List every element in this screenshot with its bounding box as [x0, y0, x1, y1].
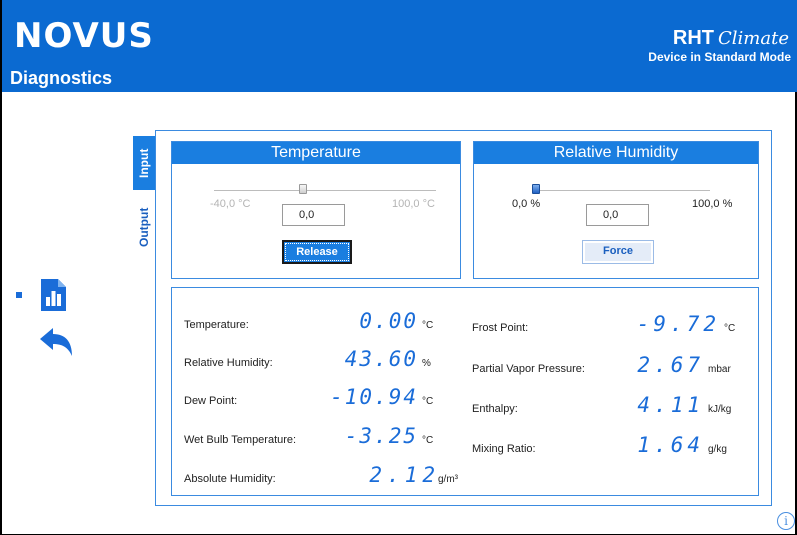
reading-frost-point: Frost Point: -9.72 °C [472, 305, 756, 336]
reading-label: Wet Bulb Temperature: [184, 434, 297, 446]
reading-unit: g/m³ [438, 474, 458, 485]
reading-unit: °C [422, 435, 434, 446]
reading-label: Dew Point: [184, 395, 238, 407]
humidity-range-max: 100,0 % [692, 198, 733, 210]
novus-logo: NOVUS [14, 16, 154, 56]
humidity-slider-track [532, 190, 710, 191]
info-icon[interactable]: i [777, 512, 795, 530]
tab-input[interactable]: Input [133, 136, 155, 190]
humidity-card-title: Relative Humidity [474, 142, 758, 164]
reading-value: 43.60 [344, 347, 418, 371]
back-arrow-icon[interactable] [38, 326, 74, 358]
reading-value: -10.94 [330, 385, 418, 409]
tab-output[interactable]: Output [133, 196, 155, 258]
humidity-value-field[interactable]: 0,0 [586, 204, 649, 226]
force-button[interactable]: Force [582, 240, 654, 264]
product-name-text: RHT [672, 27, 715, 49]
reading-value: -3.25 [344, 424, 418, 448]
reading-enthalpy: Enthalpy: 4.11 kJ/kg [472, 386, 756, 417]
reading-partial-vapor-pressure: Partial Vapor Pressure: 2.67 mbar [472, 346, 756, 377]
temperature-slider-thumb[interactable] [298, 184, 307, 194]
temperature-range-max: 100,0 °C [392, 198, 435, 210]
reading-value: 0.00 [359, 309, 418, 333]
diagnostics-panel: Temperature -40,0 °C 100,0 °C 0,0 Releas… [155, 130, 772, 506]
reading-unit: °C [422, 396, 434, 407]
reading-wet-bulb: Wet Bulb Temperature: -3.25 °C [184, 417, 444, 448]
page-title: Diagnostics [10, 68, 113, 88]
reading-label: Temperature: [184, 319, 249, 331]
temperature-slider-track [214, 190, 436, 191]
device-mode-label: Device in Standard Mode [648, 50, 791, 64]
temperature-card-title: Temperature [172, 142, 460, 164]
product-name: RHT Climate [673, 26, 789, 51]
reading-label: Frost Point: [472, 322, 529, 334]
humidity-range-min: 0,0 % [512, 198, 541, 210]
reading-unit: kJ/kg [708, 404, 732, 415]
humidity-card: Relative Humidity 0,0 % 100,0 % 0,0 Forc… [473, 141, 759, 279]
bar-chart-document-icon[interactable] [38, 278, 68, 312]
selected-indicator [16, 292, 22, 298]
temperature-card: Temperature -40,0 °C 100,0 °C 0,0 Releas… [171, 141, 461, 279]
reading-value: 4.11 [637, 393, 704, 417]
reading-unit: mbar [708, 364, 731, 375]
reading-value: -9.72 [636, 312, 720, 336]
reading-label: Partial Vapor Pressure: [472, 363, 585, 375]
temperature-value-field[interactable]: 0,0 [282, 204, 345, 226]
reading-unit: °C [724, 323, 736, 334]
app-header: NOVUS Diagnostics RHT Climate Device in S… [2, 0, 797, 92]
reading-unit: g/kg [708, 444, 727, 455]
reading-label: Relative Humidity: [184, 357, 273, 369]
readings-panel: Temperature: 0.00 °C Relative Humidity: … [171, 287, 759, 496]
reading-value: 2.67 [637, 353, 704, 377]
reading-label: Enthalpy: [472, 403, 518, 415]
reading-unit: % [422, 358, 431, 369]
reading-dew-point: Dew Point: -10.94 °C [184, 378, 444, 409]
reading-value: 2.12 [369, 463, 440, 487]
app-window: NOVUS Diagnostics RHT Climate Device in S… [0, 0, 797, 535]
reading-label: Absolute Humidity: [184, 473, 276, 485]
reading-label: Mixing Ratio: [472, 443, 536, 455]
product-name-script: Climate [718, 28, 789, 49]
reading-absolute-humidity: Absolute Humidity: 2.12 g/m³ [184, 456, 458, 487]
reading-temperature: Temperature: 0.00 °C [184, 302, 444, 333]
humidity-slider-thumb[interactable] [532, 184, 540, 194]
temperature-range-min: -40,0 °C [210, 198, 251, 210]
reading-mixing-ratio: Mixing Ratio: 1.64 g/kg [472, 426, 756, 457]
reading-unit: °C [422, 320, 434, 331]
reading-value: 1.64 [637, 433, 704, 457]
release-button[interactable]: Release [282, 240, 352, 264]
reading-relative-humidity: Relative Humidity: 43.60 % [184, 340, 444, 371]
